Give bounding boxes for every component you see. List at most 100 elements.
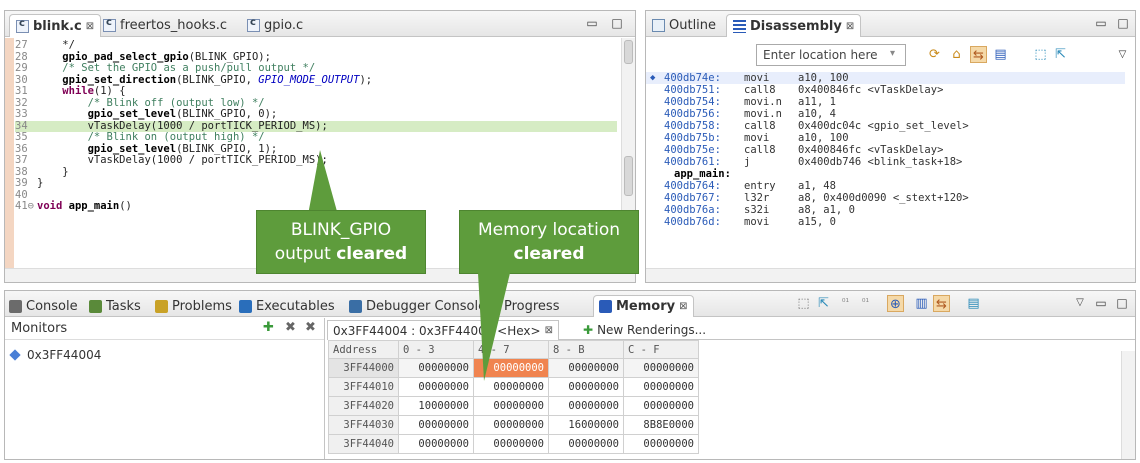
code-line[interactable]: 32 /* Blink off (output low) */ xyxy=(15,97,617,109)
code-line[interactable]: 35 /* Blink on (output high) */ xyxy=(15,132,617,143)
memory-cell[interactable]: 00000000 xyxy=(623,396,699,416)
pin-icon[interactable]: ⇱ xyxy=(1052,46,1069,63)
close-tab-icon[interactable]: ⊠ xyxy=(679,301,687,312)
disassembly-row[interactable]: 400db767: l32r a8, 0x400d0090 <_stext+120> xyxy=(646,192,1125,204)
disassembly-horizontal-scrollbar[interactable] xyxy=(646,268,1135,282)
tab-new-renderings[interactable]: ✚ New Renderings... xyxy=(583,320,706,340)
show-source-icon[interactable]: ▤ xyxy=(992,46,1009,63)
new-monitor-icon[interactable]: ⬚ xyxy=(795,295,812,312)
tab-disassembly[interactable]: Disassembly ⊠ xyxy=(726,14,862,37)
memory-cell[interactable]: 00000000 xyxy=(398,434,474,454)
export-icon[interactable]: ⁰¹ xyxy=(857,295,874,312)
code-line[interactable]: 33 gpio_set_level(BLINK_GPIO, 0); xyxy=(15,109,617,120)
disassembly-row[interactable]: 400db764: entry a1, 48 xyxy=(646,180,1125,192)
memory-vertical-scrollbar[interactable] xyxy=(1121,351,1135,459)
tab-outline[interactable]: Outline xyxy=(652,14,716,37)
remove-all-monitors-icon[interactable]: ✖ xyxy=(305,320,316,335)
memory-cell[interactable]: 00000000 xyxy=(473,415,549,435)
disassembly-label-row[interactable]: app_main: xyxy=(646,168,1125,180)
memory-cell[interactable]: 10000000 xyxy=(398,396,474,416)
disassembly-row[interactable]: 400db76a: s32i a8, a1, 0 xyxy=(646,204,1125,216)
minimize-icon[interactable]: ▭ xyxy=(1094,16,1108,30)
rendering-menu-icon[interactable]: ▤ xyxy=(965,295,982,312)
maximize-icon[interactable]: □ xyxy=(1116,16,1130,30)
memory-cell[interactable]: 00000000 xyxy=(398,358,474,378)
code-line[interactable]: 34 vTaskDelay(1000 / portTICK_PERIOD_MS)… xyxy=(15,120,617,132)
add-monitor-icon[interactable]: ✚ xyxy=(263,320,274,335)
memory-cell[interactable]: 00000000 xyxy=(548,434,624,454)
code-line[interactable]: 31 while(1) { xyxy=(15,86,617,97)
memory-cell[interactable]: 00000000 xyxy=(623,434,699,454)
tab-console[interactable]: Console xyxy=(9,295,78,317)
memory-cell[interactable]: 00000000 xyxy=(473,434,549,454)
disassembly-row[interactable]: 400db751: call8 0x400846fc <vTaskDelay> xyxy=(646,84,1125,96)
chevron-down-icon[interactable]: ▾ xyxy=(890,48,895,59)
code-text: /* Blink on (output high) */ xyxy=(87,131,265,143)
memory-cell[interactable]: 00000000 xyxy=(623,377,699,397)
tab-blink-c[interactable]: blink.c ⊠ xyxy=(9,14,102,37)
location-input[interactable]: Enter location here xyxy=(756,44,906,66)
memory-cell[interactable]: 00000000 xyxy=(548,377,624,397)
disassembly-row[interactable]: 400db754: movi.n a11, 1 xyxy=(646,96,1125,108)
view-menu-icon[interactable]: ▽ xyxy=(1073,296,1087,310)
disassembly-operands: a10, 100 xyxy=(798,72,849,84)
disassembly-row[interactable]: 400db758: call8 0x400dc04c <gpio_set_level… xyxy=(646,120,1125,132)
tab-gpio-c[interactable]: gpio.c xyxy=(247,14,303,37)
tab-executables[interactable]: Executables xyxy=(239,295,335,317)
disassembly-row[interactable]: 400db76d: movi a15, 0 xyxy=(646,216,1125,228)
disassembly-row[interactable]: 400db761: j 0x400db746 <blink_task+18> xyxy=(646,156,1125,168)
home-icon[interactable]: ⌂ xyxy=(948,46,965,63)
memory-cell[interactable]: 16000000 xyxy=(548,415,624,435)
tab-memory[interactable]: Memory ⊠ xyxy=(593,295,694,317)
link-memory-icon[interactable]: ⇆ xyxy=(933,295,950,312)
remove-monitor-icon[interactable]: ✖ xyxy=(285,320,296,335)
line-number: 31 xyxy=(15,85,28,97)
tab-freertos-hooks-c[interactable]: freertos_hooks.c xyxy=(103,14,227,37)
memory-cell[interactable]: 00000000 xyxy=(548,358,624,378)
tab-label: Memory xyxy=(616,299,676,314)
view-menu-icon[interactable]: ▽ xyxy=(1114,46,1131,63)
memory-row[interactable]: 3FF44020 10000000 00000000 00000000 00000000 xyxy=(328,396,699,416)
memory-cell[interactable]: 00000000 xyxy=(623,358,699,378)
scroll-thumb[interactable] xyxy=(624,156,633,196)
pin-icon[interactable]: ⇱ xyxy=(815,295,832,312)
disassembly-operands: a11, 1 xyxy=(798,96,836,108)
code-line[interactable]: 27 */ xyxy=(15,40,617,51)
disassembly-row[interactable]: 400db75b: movi a10, 100 xyxy=(646,132,1125,144)
monitor-item[interactable]: 0x3FF44004 xyxy=(9,348,101,362)
disassembly-row[interactable]: 400db75e: call8 0x400846fc <vTaskDelay> xyxy=(646,144,1125,156)
close-tab-icon[interactable]: ⊠ xyxy=(86,21,94,32)
tab-problems[interactable]: Problems xyxy=(155,295,232,317)
code-line[interactable]: 29 /* Set the GPIO as a push/pull output… xyxy=(15,63,617,74)
minimize-icon[interactable]: ▭ xyxy=(585,16,599,30)
outline-disassembly-tabbar: Outline Disassembly ⊠ ▭ □ xyxy=(646,11,1135,37)
scroll-thumb[interactable] xyxy=(624,40,633,64)
disassembly-row[interactable]: 400db74e: ◆ movi a10, 100 xyxy=(646,72,1125,84)
memory-cell[interactable]: 00000000 xyxy=(398,377,474,397)
new-view-icon[interactable]: ⬚ xyxy=(1032,46,1049,63)
tab-tasks[interactable]: Tasks xyxy=(89,295,141,317)
minimize-icon[interactable]: ▭ xyxy=(1094,296,1108,310)
maximize-icon[interactable]: □ xyxy=(1115,296,1129,310)
code-line[interactable]: 30 gpio_set_direction(BLINK_GPIO, GPIO_M… xyxy=(15,74,617,86)
memory-cell[interactable]: 00000000 xyxy=(548,396,624,416)
link-with-editor-icon[interactable]: ⇆ xyxy=(970,46,987,63)
import-icon[interactable]: ⁰¹ xyxy=(837,295,854,312)
toggle-memory-monitors-icon[interactable]: ▥ xyxy=(913,295,930,312)
close-tab-icon[interactable]: ⊠ xyxy=(545,325,553,336)
disassembly-rows[interactable]: 400db74e: ◆ movi a10, 100 400db751: call8 0x40… xyxy=(646,72,1125,266)
memory-cell[interactable]: 00000000 xyxy=(473,396,549,416)
toggle-split-icon[interactable]: ⊕ xyxy=(887,295,904,312)
executables-icon xyxy=(239,299,252,313)
close-tab-icon[interactable]: ⊠ xyxy=(846,21,854,32)
memory-row[interactable]: 3FF44030 00000000 00000000 16000000 8B8E0000 xyxy=(328,415,699,435)
memory-cell[interactable]: 00000000 xyxy=(398,415,474,435)
memory-row[interactable]: 3FF44040 00000000 00000000 00000000 00000000 xyxy=(328,434,699,454)
tab-debugger-console[interactable]: Debugger Console xyxy=(349,295,486,317)
maximize-icon[interactable]: □ xyxy=(610,16,624,30)
refresh-icon[interactable]: ⟳ xyxy=(926,46,943,63)
memory-cell[interactable]: 8B8E0000 xyxy=(623,415,699,435)
disassembly-row[interactable]: 400db756: movi.n a10, 4 xyxy=(646,108,1125,120)
disassembly-address: 400db75b: xyxy=(664,132,721,144)
code-line[interactable]: 28 gpio_pad_select_gpio(BLINK_GPIO); xyxy=(15,51,617,63)
